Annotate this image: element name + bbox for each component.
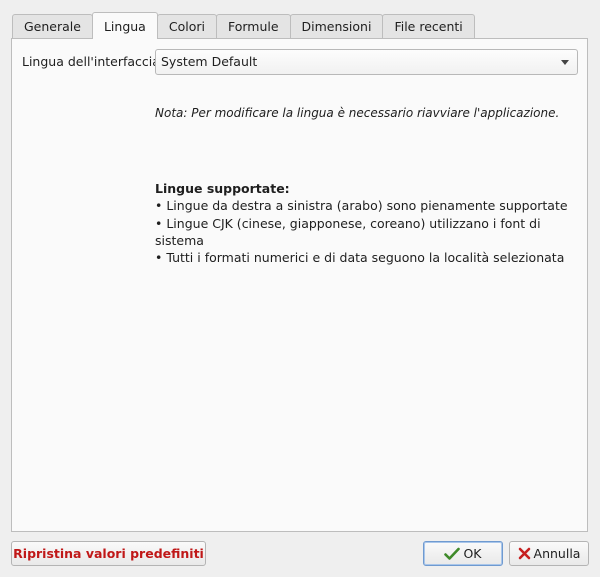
chevron-down-icon (561, 60, 569, 65)
cancel-label: Annulla (533, 546, 581, 561)
supported-languages-section: Lingue supportate: • Lingue da destra a … (155, 180, 587, 266)
tab-colori[interactable]: Colori (156, 14, 217, 38)
language-tab-panel: Lingua dell'interfaccia: System Default … (11, 38, 588, 532)
tab-lingua[interactable]: Lingua (91, 12, 158, 39)
interface-language-dropdown[interactable]: System Default (155, 49, 578, 75)
ok-button[interactable]: OK (423, 541, 503, 566)
cancel-button[interactable]: Annulla (509, 541, 589, 566)
supported-language-item: • Lingue da destra a sinistra (arabo) so… (155, 198, 568, 214)
tab-dimensioni[interactable]: Dimensioni (289, 14, 384, 38)
tab-generale[interactable]: Generale (12, 14, 93, 38)
restart-note: Nota: Per modificare la lingua è necessa… (155, 106, 560, 120)
restore-defaults-label: Ripristina valori predefiniti (13, 546, 204, 561)
checkmark-icon (444, 547, 461, 560)
tab-formule[interactable]: Formule (215, 14, 291, 38)
supported-languages-title: Lingue supportate: (155, 181, 290, 196)
supported-language-item: • Tutti i formati numerici e di data seg… (155, 250, 565, 266)
restore-defaults-button[interactable]: Ripristina valori predefiniti (11, 541, 206, 566)
tab-file-recenti[interactable]: File recenti (382, 14, 475, 38)
supported-language-item: • Lingue CJK (cinese, giapponese, corean… (155, 215, 541, 248)
ok-label: OK (463, 546, 482, 561)
interface-language-label: Lingua dell'interfaccia: (22, 54, 165, 69)
x-icon (518, 547, 530, 560)
interface-language-value: System Default (161, 54, 258, 69)
tab-bar: Generale Lingua Colori Formule Dimension… (12, 12, 475, 39)
